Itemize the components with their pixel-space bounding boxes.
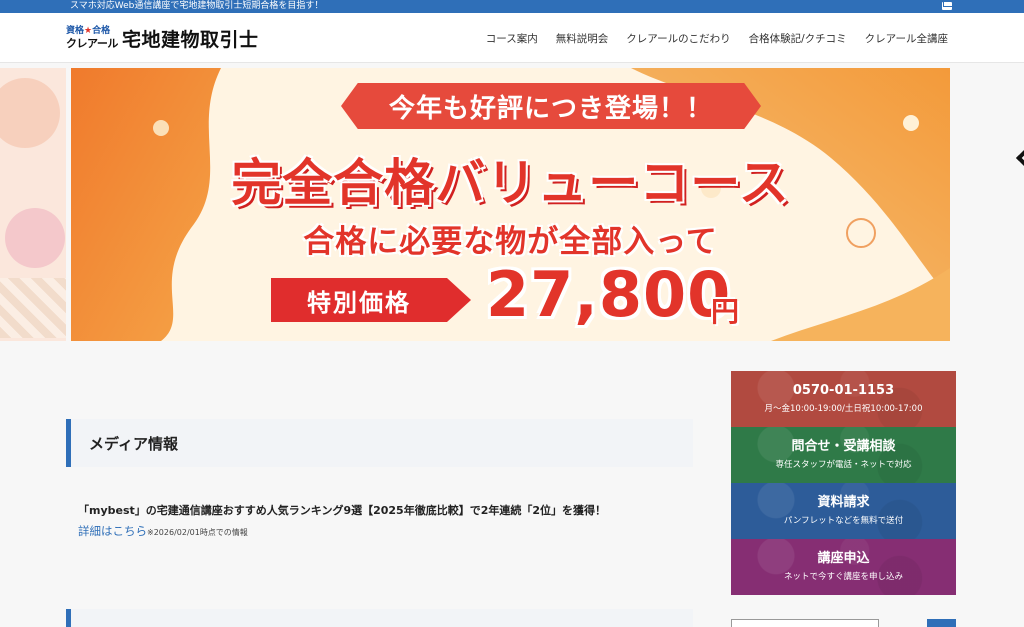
search-button[interactable] <box>927 619 956 627</box>
section-heading-next <box>66 609 693 627</box>
apply-button[interactable]: 講座申込 ネットで今すぐ講座を申し込み <box>731 539 956 595</box>
logo-mark: 資格★合格 クレアール <box>66 25 118 51</box>
consult-title: 問合せ・受講相談 <box>791 439 896 454</box>
docs-title: 資料請求 <box>817 495 870 510</box>
chevron-left-icon[interactable] <box>1012 150 1024 190</box>
hero-ribbon: 今年も好評につき登場！！ <box>341 83 761 129</box>
search-input[interactable] <box>731 619 879 627</box>
docs-desc: パンフレットなどを無料で送付 <box>783 516 904 526</box>
site-title: 宅地建物取引士 <box>122 28 259 51</box>
logo-line1: 資格 <box>66 26 85 36</box>
main-nav: コース案内 無料説明会 クレアールのこだわり 合格体験記/クチコミ クレアール全… <box>486 31 948 46</box>
hero-banner[interactable]: 今年も好評につき登場！！ 完全合格バリューコース 合格に必要な物が全部入って 特… <box>71 68 950 341</box>
media-text: 「mybest」の宅建通信講座おすすめ人気ランキング9選【2025年徹底比較】で… <box>78 504 607 517</box>
star-icon: ★ <box>84 26 93 36</box>
main-content: メディア情報 「mybest」の宅建通信講座おすすめ人気ランキング9選【2025… <box>66 419 693 538</box>
logo-line2: クレアール <box>66 37 118 50</box>
section-heading-media: メディア情報 <box>66 419 693 467</box>
consult-button[interactable]: 問合せ・受講相談 専任スタッフが電話・ネットで対応 <box>731 427 956 483</box>
nav-item-course[interactable]: コース案内 <box>486 31 538 46</box>
top-announcement-bar: スマホ対応Web通信講座で宅地建物取引士短期合格を目指す！ <box>0 0 1024 13</box>
hero-price: 27,800 <box>486 258 732 331</box>
media-entry: 「mybest」の宅建通信講座おすすめ人気ランキング9選【2025年徹底比較】で… <box>78 503 698 540</box>
hero-price-label: 特別価格 <box>271 278 471 322</box>
apply-desc: ネットで今すぐ講座を申し込み <box>783 572 903 582</box>
hero-prev-slide[interactable] <box>0 68 66 341</box>
nav-item-commitment[interactable]: クレアールのこだわり <box>626 31 730 46</box>
media-detail-link[interactable]: 詳細はこちら <box>78 524 147 538</box>
logo-line1b: 合格 <box>92 26 111 36</box>
top-announcement-text: スマホ対応Web通信講座で宅地建物取引士短期合格を目指す！ <box>70 1 324 11</box>
nav-item-all-courses[interactable]: クレアール全講座 <box>865 31 948 46</box>
request-docs-button[interactable]: 資料請求 パンフレットなどを無料で送付 <box>731 483 956 539</box>
hero-headline: 完全合格バリューコース <box>231 154 790 212</box>
phone-button[interactable]: 0570-01-1153 月～金10:00-19:00/土日祝10:00-17:… <box>731 371 956 427</box>
mail-icon[interactable] <box>942 2 952 10</box>
media-note: ※2026/02/01時点での情報 <box>147 528 248 537</box>
phone-hours: 月～金10:00-19:00/土日祝10:00-17:00 <box>764 404 923 414</box>
site-logo[interactable]: 資格★合格 クレアール 宅地建物取引士 <box>66 24 259 52</box>
nav-item-seminar[interactable]: 無料説明会 <box>556 31 609 46</box>
hero-price-unit: 円 <box>711 295 740 328</box>
nav-item-reviews[interactable]: 合格体験記/クチコミ <box>749 31 847 46</box>
site-header: 資格★合格 クレアール 宅地建物取引士 コース案内 無料説明会 クレアールのこだ… <box>0 13 1024 63</box>
sidebar-cta: 0570-01-1153 月～金10:00-19:00/土日祝10:00-17:… <box>731 371 956 595</box>
hero-subheadline: 合格に必要な物が全部入って <box>303 224 718 260</box>
phone-number: 0570-01-1153 <box>792 383 895 398</box>
consult-desc: 専任スタッフが電話・ネットで対応 <box>775 460 912 470</box>
apply-title: 講座申込 <box>817 551 870 566</box>
